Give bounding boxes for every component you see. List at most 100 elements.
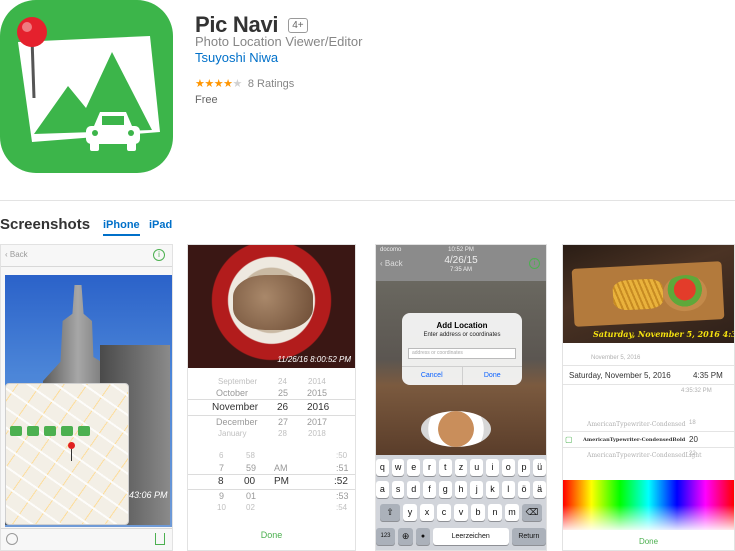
divider <box>0 200 735 201</box>
checkbox-icon[interactable]: ▢ <box>565 435 573 444</box>
dialog-title: Add Location <box>436 321 488 330</box>
color-spectrum-picker[interactable] <box>563 480 734 530</box>
letter-key[interactable]: w <box>391 459 405 476</box>
bus-icon <box>27 426 39 436</box>
letter-key[interactable]: g <box>438 481 452 498</box>
letter-key[interactable]: u <box>470 459 484 476</box>
burger-shape <box>662 273 708 313</box>
screenshot-3[interactable]: docomo 10:52 PM 4/26/15 7:35 AM ‹ Back i… <box>375 244 547 551</box>
letter-key[interactable]: k <box>486 481 499 498</box>
globe-icon[interactable]: ⊕ <box>398 528 414 545</box>
letter-key[interactable]: r <box>423 459 436 476</box>
screenshot-1[interactable]: ‹ Back i 43:06 PM <box>0 244 173 551</box>
letter-key[interactable]: h <box>454 481 468 498</box>
divider <box>563 365 734 366</box>
shift-key[interactable]: ⇧ <box>380 504 400 521</box>
letter-key[interactable]: f <box>423 481 436 498</box>
letter-key[interactable]: l <box>501 481 515 498</box>
car-icon <box>10 426 22 436</box>
back-button: ‹ Back <box>380 259 403 268</box>
rating-row: ★★★★★ 8 Ratings <box>195 77 295 91</box>
screenshot-4[interactable]: Saturday, November 5, 2016 4:35 PM Novem… <box>562 244 735 551</box>
font-option: AmericanTypewriter-Condensed <box>587 421 686 428</box>
letter-key[interactable]: m <box>505 504 519 521</box>
food-photo <box>188 245 355 368</box>
letter-key[interactable]: a <box>376 481 389 498</box>
screenshots-heading: Screenshots <box>0 216 91 233</box>
nav-bar: docomo 10:52 PM 4/26/15 7:35 AM ‹ Back i <box>376 245 546 281</box>
bike-icon <box>61 426 73 436</box>
letter-key[interactable]: e <box>407 459 421 476</box>
photo-date-stamp: Saturday, November 5, 2016 4:35 PM <box>593 329 734 339</box>
done-button[interactable]: Done <box>463 367 523 385</box>
letter-key[interactable]: d <box>407 481 421 498</box>
space-key[interactable]: Leerzeichen <box>432 528 509 545</box>
picker-divider <box>188 489 355 490</box>
divider <box>563 384 734 385</box>
done-button[interactable]: Done <box>188 530 355 540</box>
back-button: ‹ Back <box>5 250 28 259</box>
screenshot-2[interactable]: 11/26/16 8:00:52 PM September 24 2014 Oc… <box>187 244 356 551</box>
size-option: 18 <box>689 420 696 426</box>
picker-divider <box>188 474 355 475</box>
walk-icon <box>44 426 56 436</box>
letter-key[interactable]: s <box>391 481 405 498</box>
letter-key[interactable]: v <box>454 504 468 521</box>
microphone-icon[interactable]: ● <box>416 528 430 545</box>
info-icon: i <box>153 249 165 261</box>
letter-key[interactable]: n <box>488 504 502 521</box>
app-subtitle: Photo Location Viewer/Editor <box>195 34 363 49</box>
dialog-message: Enter address or coordinates <box>423 332 501 338</box>
letter-key[interactable]: ö <box>517 481 531 498</box>
compass-icon <box>6 533 18 545</box>
done-button[interactable]: Done <box>563 537 734 546</box>
letter-key[interactable]: o <box>501 459 515 476</box>
letter-key[interactable]: q <box>376 459 389 476</box>
time-format-option[interactable]: 4:35 PM <box>693 371 723 380</box>
tab-iphone[interactable]: iPhone <box>103 219 140 236</box>
developer-link[interactable]: Tsuyoshi Niwa <box>195 50 278 65</box>
size-option: 22 <box>689 451 696 457</box>
app-icon <box>0 0 173 173</box>
camera-icon <box>78 426 90 436</box>
letter-key[interactable]: p <box>517 459 531 476</box>
price: Free <box>195 94 218 106</box>
status-clock: 10:52 PM <box>448 247 474 253</box>
coffee-cup-shape <box>421 411 491 447</box>
letter-key[interactable]: ü <box>533 459 546 476</box>
address-input[interactable]: address or coordinates <box>408 348 516 359</box>
letter-key[interactable]: ä <box>533 481 546 498</box>
rating-count: 8 Ratings <box>247 77 295 90</box>
keyboard: qwertzuiopü asdfghjklöä ⇧ yxcvbnm ⌫ 123 … <box>376 455 546 550</box>
letter-key[interactable]: b <box>471 504 485 521</box>
tab-ipad[interactable]: iPad <box>149 219 172 231</box>
letter-key[interactable]: t <box>438 459 452 476</box>
numbers-key[interactable]: 123 <box>376 528 396 545</box>
keyboard-row-3: ⇧ yxcvbnm ⌫ <box>376 504 546 521</box>
photo-timestamp: 43:06 PM <box>129 490 168 500</box>
letter-key[interactable]: x <box>420 504 434 521</box>
font-option-selected[interactable]: AmericanTypewriter-CondensedBold <box>583 437 685 443</box>
delete-key[interactable]: ⌫ <box>522 504 542 521</box>
return-key[interactable]: Return <box>511 528 546 545</box>
date-faded: November 5, 2016 <box>591 355 641 361</box>
size-option-selected[interactable]: 20 <box>689 435 698 444</box>
map-pin-icon <box>68 442 75 461</box>
board-shape <box>571 261 725 327</box>
letter-key[interactable]: j <box>470 481 484 498</box>
add-location-dialog: Add Location Enter address or coordinate… <box>402 313 522 385</box>
cancel-button[interactable]: Cancel <box>402 367 463 385</box>
letter-key[interactable]: i <box>486 459 499 476</box>
date-format-option[interactable]: Saturday, November 5, 2016 <box>569 371 671 380</box>
keyboard-row-1: qwertzuiopü <box>376 459 546 476</box>
divider <box>563 431 734 432</box>
star-rating-icon: ★★★★★ <box>195 78 242 90</box>
font-option: AmericanTypewriter-CondensedLight <box>587 452 702 459</box>
keyboard-row-2: asdfghjklöä <box>376 481 546 498</box>
keyboard-row-4: 123 ⊕ ● Leerzeichen Return <box>376 528 546 545</box>
letter-key[interactable]: y <box>403 504 417 521</box>
transport-icons <box>10 426 90 436</box>
letter-key[interactable]: z <box>454 459 468 476</box>
bottom-toolbar <box>1 528 172 550</box>
letter-key[interactable]: c <box>437 504 451 521</box>
